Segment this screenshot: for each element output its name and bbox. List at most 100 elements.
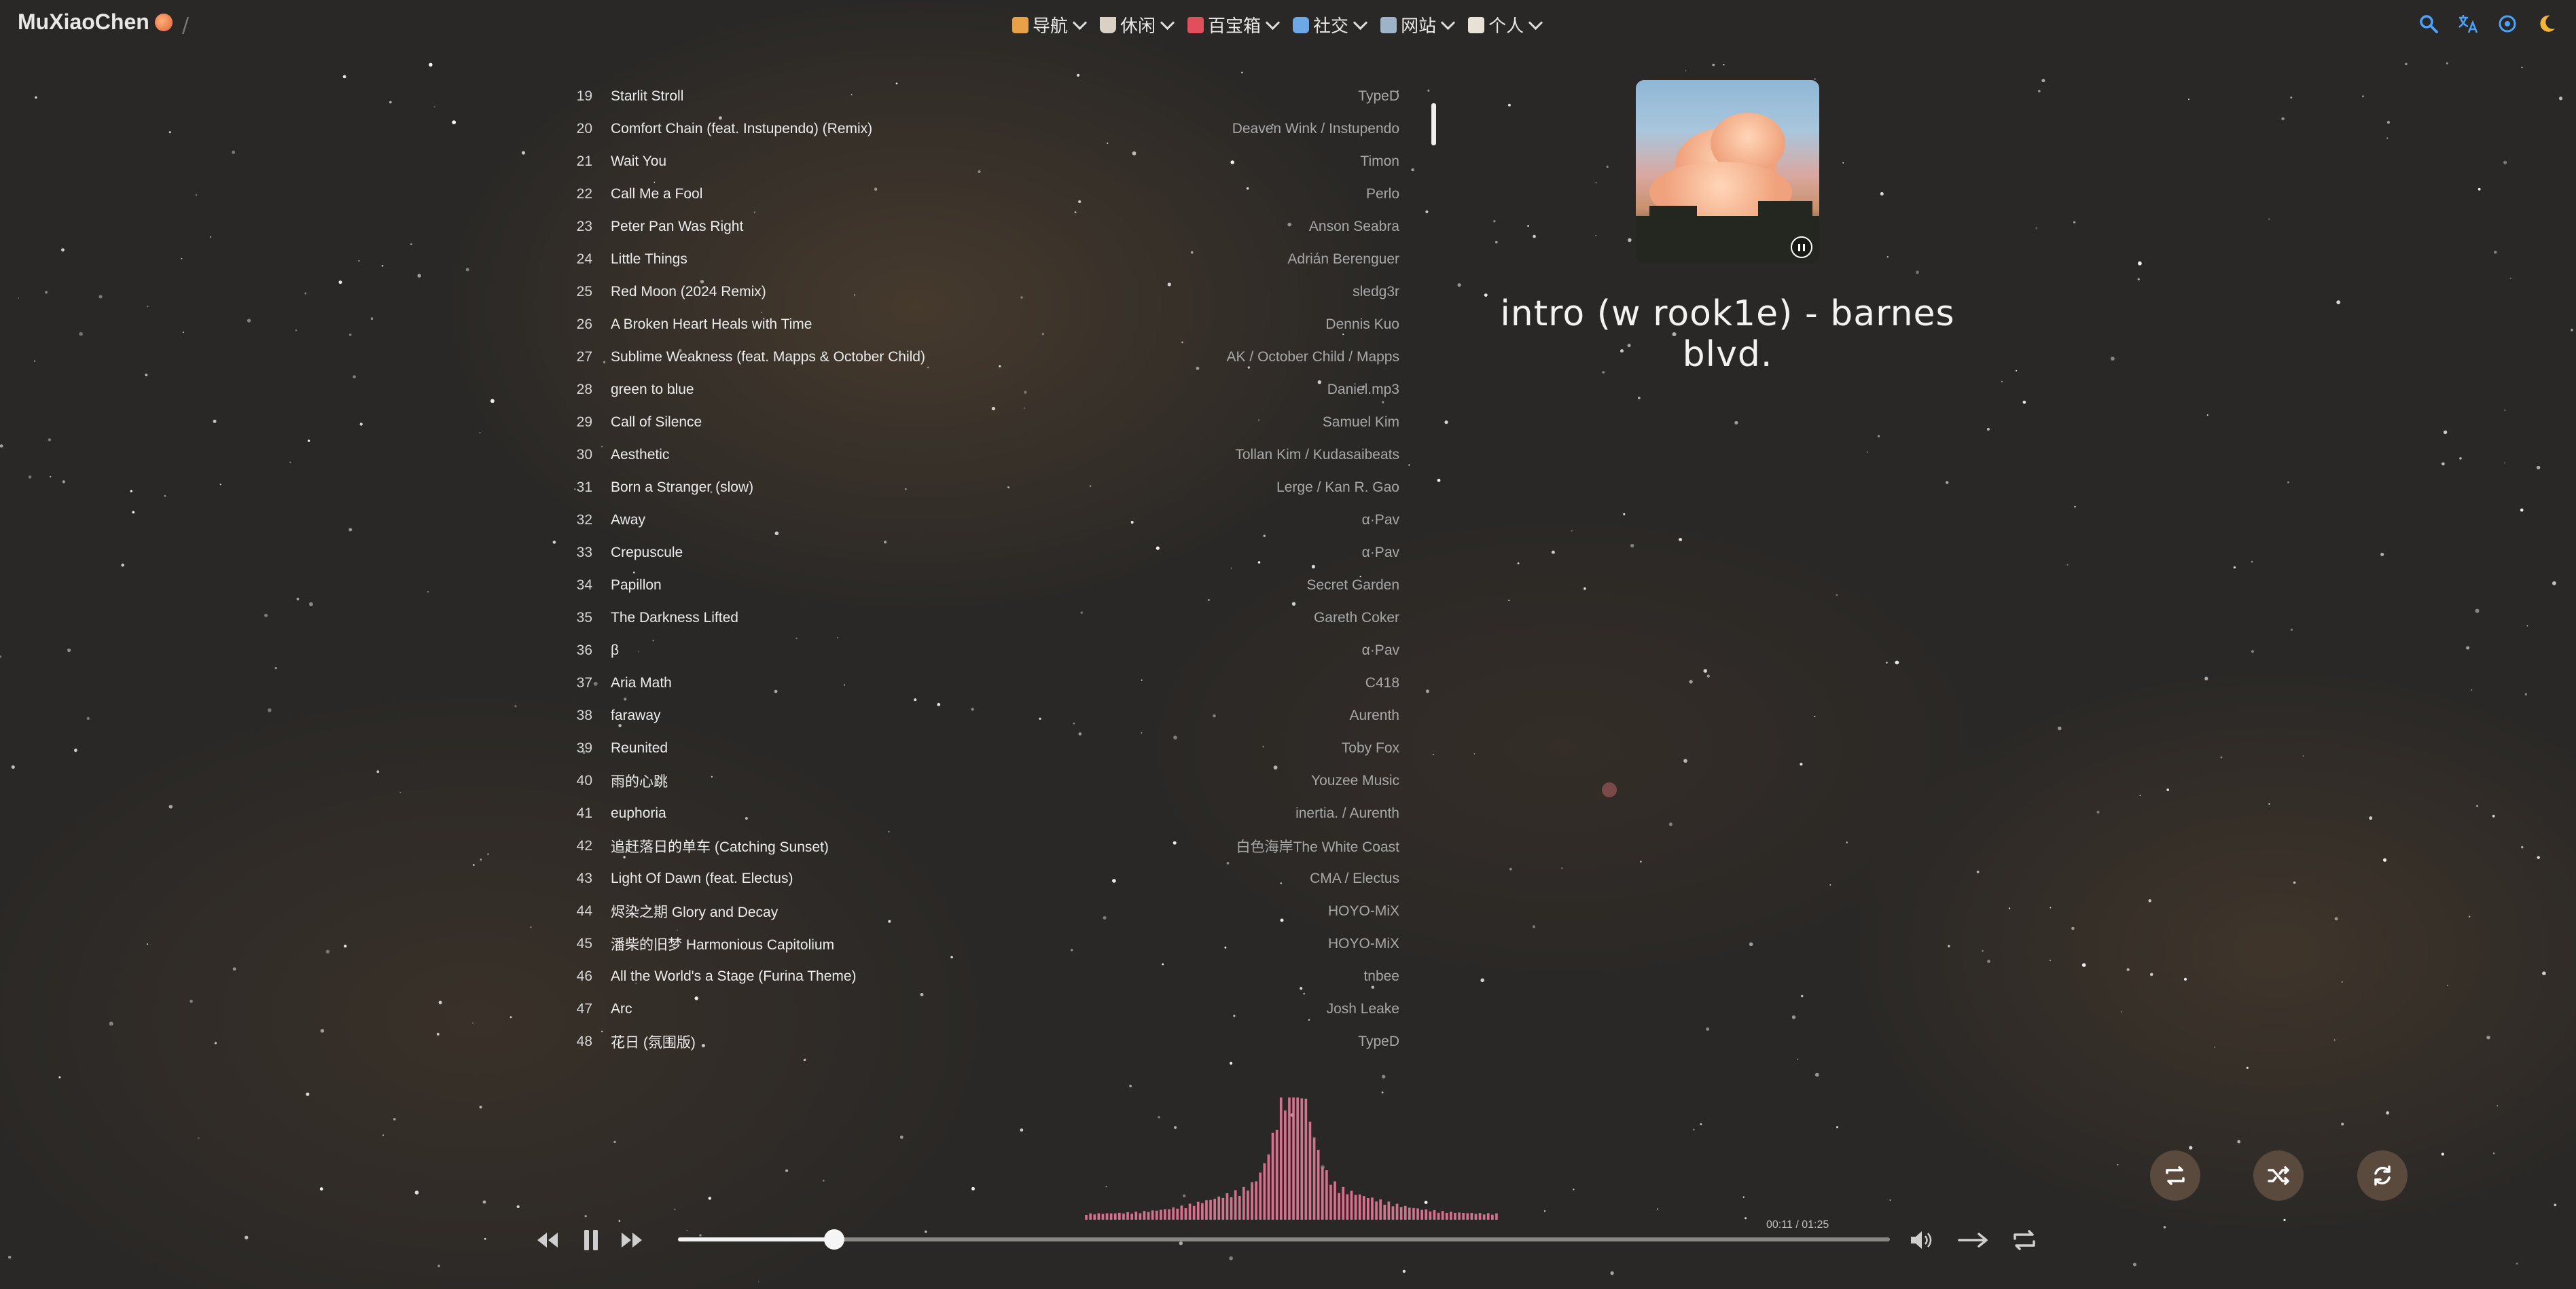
menu-item-label: 社交: [1313, 16, 1349, 37]
playlist-track-row[interactable]: 37 Aria Math C418: [557, 667, 1399, 700]
playlist-track-row[interactable]: 41 euphoria inertia. / Aurenth: [557, 797, 1399, 830]
star: [1880, 192, 1884, 196]
playlist-track-row[interactable]: 34 Papillon Secret Garden: [557, 569, 1399, 602]
playlist-track-row[interactable]: 48 花日 (氛围版) TypeD: [557, 1025, 1399, 1058]
spectrum-bar: [1267, 1154, 1270, 1220]
playlist-track-row[interactable]: 35 The Darkness Lifted Gareth Coker: [557, 602, 1399, 634]
star: [1533, 234, 1536, 238]
playlist-track-row[interactable]: 26 A Broken Heart Heals with Time Dennis K…: [557, 308, 1399, 341]
menu-item-leisure[interactable]: 休闲: [1100, 12, 1175, 37]
playlist-track-row[interactable]: 28 green to blue Daniel.mp3: [557, 374, 1399, 406]
spectrum-bar: [1486, 1213, 1490, 1220]
refresh-button[interactable]: [2357, 1150, 2408, 1201]
next-icon: [622, 1233, 642, 1248]
star: [1916, 270, 1919, 274]
loop-button[interactable]: [2011, 1227, 2038, 1254]
playlist-track-row[interactable]: 40 雨的心跳 Youzee Music: [557, 765, 1399, 797]
star: [899, 1136, 904, 1139]
playlist-scrollbar[interactable]: [1431, 103, 1436, 145]
star: [2189, 1146, 2193, 1150]
track-artist: AK / October Child / Mapps: [1226, 349, 1399, 365]
star: [359, 422, 363, 426]
playlist-track-row[interactable]: 23 Peter Pan Was Right Anson Seabra: [557, 211, 1399, 243]
playlist-track-row[interactable]: 25 Red Moon (2024 Remix) sledg3r: [557, 276, 1399, 308]
translate-button[interactable]: [2456, 12, 2480, 35]
repeat-button[interactable]: [2150, 1150, 2200, 1201]
playlist-track-row[interactable]: 19 Starlit Stroll TypeD: [557, 80, 1399, 113]
track-title: Arc: [611, 1001, 632, 1017]
spectrum-bar: [1329, 1184, 1332, 1220]
search-button[interactable]: [2417, 12, 2440, 35]
star: [1877, 435, 1880, 438]
playlist-track-row[interactable]: 38 faraway Aurenth: [557, 700, 1399, 732]
spectrum-bar: [1466, 1213, 1469, 1220]
star: [2290, 96, 2293, 99]
menu-item-personal[interactable]: 个人: [1468, 12, 1543, 37]
spectrum-bar: [1358, 1194, 1361, 1220]
playlist-track-row[interactable]: 46 All the World's a Stage (Furina Theme)…: [557, 960, 1399, 993]
star: [1507, 103, 1511, 107]
star: [487, 853, 489, 856]
playlist-track-row[interactable]: 22 Call Me a Fool Perlo: [557, 178, 1399, 211]
menu-item-websites[interactable]: 网站: [1380, 12, 1456, 37]
album-cover[interactable]: [1636, 80, 1819, 264]
dark-mode-toggle[interactable]: [2535, 12, 2558, 35]
menu-item-nav[interactable]: 导航: [1012, 12, 1088, 37]
spectrum-bar: [1234, 1190, 1237, 1220]
volume-button[interactable]: [1908, 1227, 1935, 1254]
playlist-track-row[interactable]: 31 Born a Stranger (slow) Lerge / Kan R. G…: [557, 471, 1399, 504]
shuffle-button[interactable]: [2253, 1150, 2304, 1201]
playlist-track-row[interactable]: 36 β α·Pav: [557, 634, 1399, 667]
playlist-track-row[interactable]: 32 Away α·Pav: [557, 504, 1399, 537]
menu-item-toolbox[interactable]: 百宝箱: [1187, 12, 1281, 37]
star: [213, 419, 217, 423]
cover-pause-button[interactable]: [1791, 236, 1812, 258]
playlist-track-row[interactable]: 29 Call of Silence Samuel Kim: [557, 406, 1399, 439]
playlist-track-row[interactable]: 39 Reunited Toby Fox: [557, 732, 1399, 765]
menu-item-label: 导航: [1033, 16, 1069, 37]
spectrum-bar: [1089, 1213, 1092, 1220]
star: [198, 1137, 200, 1139]
progress-bar[interactable]: [678, 1229, 1890, 1250]
star: [1946, 481, 1949, 484]
star: [2521, 67, 2523, 69]
playlist-track-row[interactable]: 42 追赶落日的单车 (Catching Sunset) 白色海岸The White…: [557, 830, 1399, 863]
star: [86, 716, 90, 720]
star: [11, 765, 15, 769]
progress-handle[interactable]: [824, 1229, 845, 1250]
star: [2058, 726, 2062, 731]
playlist-track-row[interactable]: 21 Wait You Timon: [557, 145, 1399, 178]
playlist-track-row[interactable]: 24 Little Things Adrián Berenguer: [557, 243, 1399, 276]
site-logo[interactable]: MuXiaoChen: [18, 10, 173, 35]
star: [2008, 907, 2011, 909]
website-icon: [1380, 16, 1397, 33]
star: [2504, 410, 2506, 411]
next-button[interactable]: [618, 1227, 645, 1254]
previous-button[interactable]: [534, 1227, 561, 1254]
play-order-button[interactable]: [1956, 1227, 1990, 1254]
chevron-down-icon: [1528, 15, 1543, 31]
playlist-track-row[interactable]: 27 Sublime Weakness (feat. Mapps & Octobe…: [557, 341, 1399, 374]
settings-button[interactable]: [2496, 12, 2519, 35]
playlist-track-row[interactable]: 45 潘柴的旧梦 Harmonious Capitolium HOYO-MiX: [557, 928, 1399, 960]
star: [2016, 369, 2018, 372]
pause-button[interactable]: [579, 1227, 603, 1254]
spectrum-bar: [1209, 1199, 1212, 1220]
playlist-track-row[interactable]: 30 Aesthetic Tollan Kim / Kudasaibeats: [557, 439, 1399, 471]
playlist-track-row[interactable]: 47 Arc Josh Leake: [557, 993, 1399, 1025]
playlist-track-row[interactable]: 33 Crepuscule α·Pav: [557, 537, 1399, 569]
spectrum-bar: [1395, 1203, 1399, 1220]
track-title: Crepuscule: [611, 545, 683, 560]
menu-item-social[interactable]: 社交: [1293, 12, 1368, 37]
repeat-icon: [2166, 1166, 2185, 1185]
star: [1630, 543, 1634, 548]
star: [2233, 566, 2236, 569]
spectrum-bar: [1151, 1210, 1154, 1220]
spectrum-bar: [1462, 1213, 1465, 1220]
star: [1987, 960, 1990, 963]
playlist-track-row[interactable]: 43 Light Of Dawn (feat. Electus) CMA / Ele…: [557, 863, 1399, 895]
spectrum-bar: [1221, 1197, 1225, 1220]
spectrum-bar: [1275, 1129, 1278, 1220]
playlist-track-row[interactable]: 20 Comfort Chain (feat. Instupendo) (Remi…: [557, 113, 1399, 145]
playlist-track-row[interactable]: 44 烬染之期 Glory and Decay HOYO-MiX: [557, 895, 1399, 928]
